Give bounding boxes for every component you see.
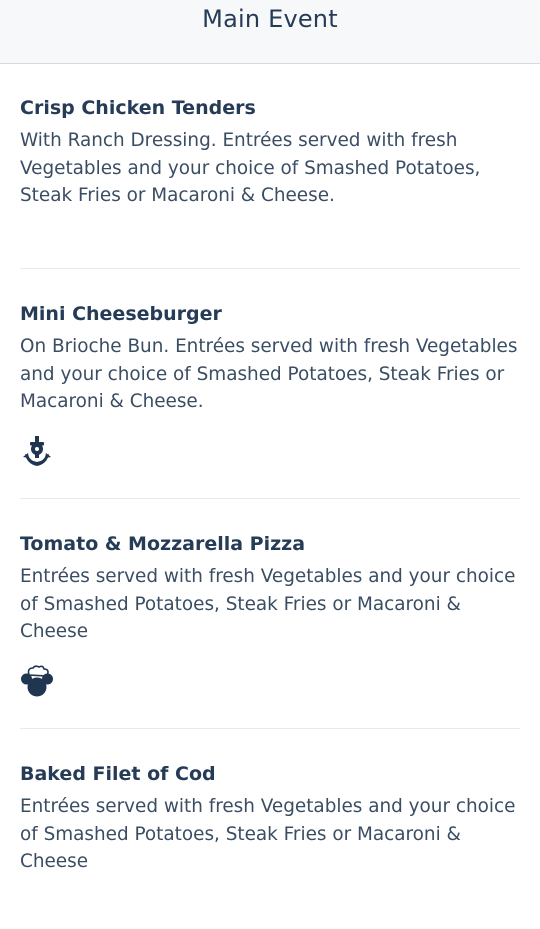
menu-list: Crisp Chicken Tenders With Ranch Dressin… bbox=[20, 64, 520, 929]
menu-item-name: Tomato & Mozzarella Pizza bbox=[20, 533, 306, 555]
mickey-chef-hat-icon bbox=[21, 664, 53, 696]
menu-item[interactable]: Tomato & Mozzarella Pizza Entrées served… bbox=[20, 499, 520, 729]
menu-item-name: Mini Cheeseburger bbox=[20, 303, 222, 325]
menu-item[interactable]: Mini Cheeseburger On Brioche Bun. Entrée… bbox=[20, 269, 520, 499]
menu-item-description: With Ranch Dressing. Entrées served with… bbox=[20, 130, 481, 206]
menu-item-description: Entrées served with fresh Vegetables and… bbox=[20, 566, 516, 642]
menu-item-name: Crisp Chicken Tenders bbox=[20, 97, 256, 119]
menu-item-description: On Brioche Bun. Entrées served with fres… bbox=[20, 336, 518, 412]
anchor-icon bbox=[23, 435, 51, 466]
top-header: Main Event bbox=[0, 0, 540, 64]
menu-item-name: Baked Filet of Cod bbox=[20, 763, 216, 785]
page-title: Main Event bbox=[202, 5, 338, 33]
menu-item[interactable]: Crisp Chicken Tenders With Ranch Dressin… bbox=[20, 64, 520, 269]
menu-item-description: Entrées served with fresh Vegetables and… bbox=[20, 796, 516, 872]
menu-item[interactable]: Baked Filet of Cod Entrées served with f… bbox=[20, 729, 520, 929]
